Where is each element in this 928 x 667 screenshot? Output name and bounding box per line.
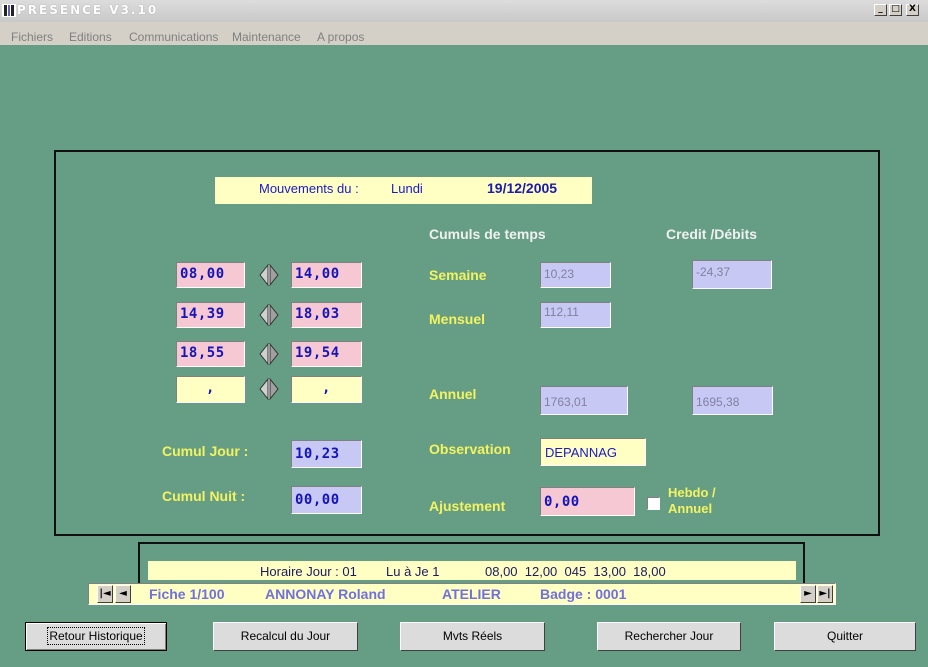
last-record-icon[interactable]: ►|	[817, 585, 833, 603]
record-name: ANNONAY Roland	[265, 586, 386, 602]
header-label: Mouvements du :	[259, 181, 359, 196]
movement-out-1[interactable]: 14,00	[291, 262, 362, 288]
rechercher-jour-button[interactable]: Rechercher Jour	[597, 622, 741, 651]
observation-input[interactable]: DEPANNAG	[540, 438, 646, 466]
movement-in-1[interactable]: 08,00	[176, 262, 245, 288]
horaire-days: Lu à Je 1	[386, 564, 440, 579]
cumuls-header: Cumuls de temps	[429, 226, 546, 242]
annuel-credit: 1695,38	[692, 386, 773, 415]
retour-historique-label: Retour Historique	[47, 627, 145, 645]
header-date: 19/12/2005	[487, 180, 558, 196]
cumul-jour-label: Cumul Jour :	[162, 443, 249, 459]
menu-fichiers[interactable]: Fichiers	[11, 30, 53, 44]
retour-historique-button[interactable]: Retour Historique	[25, 622, 167, 651]
close-button[interactable]: X	[906, 4, 919, 16]
movement-out-4[interactable]: ,	[291, 376, 362, 403]
mvts-reels-button[interactable]: Mvts Réels	[400, 622, 545, 651]
header-day: Lundi	[391, 181, 423, 196]
cumul-jour-value: 10,23	[291, 440, 362, 468]
record-navigator: |◄ ◄ Fiche 1/100 ANNONAY Roland ATELIER …	[88, 583, 836, 605]
menu-communications[interactable]: Communications	[129, 30, 218, 44]
hebdo-label: Hebdo /	[668, 485, 716, 500]
hebdo-annuel-checkbox[interactable]	[647, 497, 660, 510]
record-service: ATELIER	[442, 586, 501, 602]
cumul-nuit-value: 00,00	[291, 486, 362, 514]
horaire-bar: Horaire Jour : 01 Lu à Je 1 08,00 12,00 …	[148, 561, 796, 580]
record-fiche: Fiche 1/100	[149, 586, 225, 602]
mensuel-label: Mensuel	[429, 311, 486, 327]
maximize-button[interactable]: □	[889, 4, 902, 16]
swap-arrows-icon[interactable]	[259, 343, 279, 365]
minimize-button[interactable]: _	[874, 4, 887, 16]
credit-header: Credit /Débits	[666, 226, 758, 242]
menu-editions[interactable]: Editions	[69, 30, 112, 44]
quitter-button[interactable]: Quitter	[774, 622, 916, 651]
mensuel-value: 112,11	[540, 302, 611, 328]
horaire-times: 08,00 12,00 045 13,00 18,00	[485, 564, 666, 579]
annuel-label: Annuel	[429, 386, 477, 402]
horaire-label: Horaire Jour : 01	[260, 564, 357, 579]
semaine-credit: -24,37	[692, 260, 772, 289]
prev-record-icon[interactable]: ◄	[115, 585, 131, 603]
menu-maintenance[interactable]: Maintenance	[232, 30, 301, 44]
annuel-value: 1763,01	[540, 386, 628, 415]
menu-bar: Fichiers Editions Communications Mainten…	[0, 22, 928, 45]
recalcul-jour-button[interactable]: Recalcul du Jour	[213, 622, 358, 651]
menu-a-propos[interactable]: A propos	[317, 30, 364, 44]
swap-arrows-icon[interactable]	[259, 378, 279, 400]
window-title: PRESENCE V3.10	[17, 3, 159, 17]
movement-in-2[interactable]: 14,39	[176, 302, 245, 328]
movement-out-2[interactable]: 18,03	[291, 302, 362, 328]
ajustement-input[interactable]: 0,00	[540, 487, 635, 516]
movement-in-3[interactable]: 18,55	[176, 341, 245, 367]
observation-label: Observation	[429, 441, 511, 457]
swap-arrows-icon[interactable]	[259, 264, 279, 286]
first-record-icon[interactable]: |◄	[97, 585, 113, 603]
semaine-label: Semaine	[429, 267, 487, 283]
record-badge: Badge : 0001	[540, 586, 627, 602]
date-header: Mouvements du : Lundi 19/12/2005	[215, 177, 592, 204]
movement-out-3[interactable]: 19,54	[291, 341, 362, 367]
cumul-nuit-label: Cumul Nuit :	[162, 488, 246, 504]
app-icon	[2, 4, 16, 17]
swap-arrows-icon[interactable]	[259, 304, 279, 326]
annuel-checkbox-label: Annuel	[668, 501, 713, 516]
title-bar[interactable]: PRESENCE V3.10 _ □ X	[0, 0, 928, 22]
semaine-value: 10,23	[540, 262, 611, 288]
next-record-icon[interactable]: ►	[800, 585, 816, 603]
ajustement-label: Ajustement	[429, 498, 506, 514]
movement-in-4[interactable]: ,	[176, 376, 245, 403]
